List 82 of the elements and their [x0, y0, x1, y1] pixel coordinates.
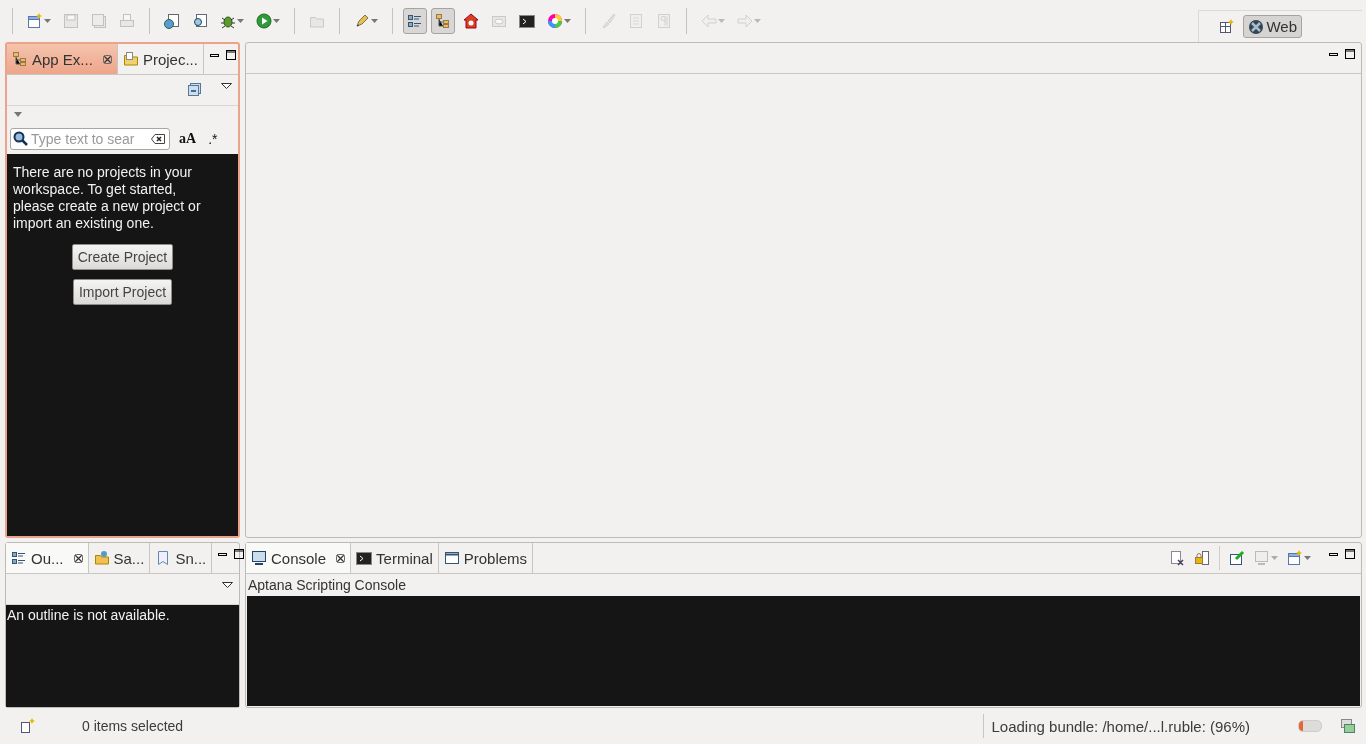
terminal-icon	[519, 13, 535, 29]
terminal-icon	[356, 550, 373, 566]
view-menu-icon[interactable]	[222, 582, 233, 588]
minimize-icon[interactable]	[1329, 52, 1338, 56]
globe-document-icon	[164, 13, 180, 29]
view-tab[interactable]: Projec...	[117, 44, 204, 74]
clear-console-icon[interactable]	[1169, 550, 1185, 566]
view-menu-icon[interactable]	[221, 83, 232, 89]
search-icon	[13, 131, 29, 147]
play-icon	[256, 13, 272, 29]
folder-icon	[122, 51, 139, 67]
brush-icon	[600, 13, 616, 29]
dropdown-arrow-icon	[1304, 556, 1311, 560]
view-tab[interactable]: Problems	[438, 543, 534, 573]
progress-status: Loading bundle: /home/...l.ruble: (96%)	[991, 717, 1250, 735]
view-tab[interactable]: Console	[246, 543, 352, 573]
outline-message: An outline is not available.	[7, 607, 171, 623]
close-icon[interactable]	[73, 553, 83, 563]
folder-person-icon	[93, 550, 110, 566]
close-icon[interactable]	[102, 54, 112, 64]
close-icon[interactable]	[336, 553, 346, 563]
bug-icon	[220, 13, 236, 29]
scroll-lock-icon[interactable]	[1194, 550, 1210, 566]
maximize-icon[interactable]	[1345, 549, 1355, 559]
list-icon	[407, 13, 423, 29]
pin-icon[interactable]	[1229, 550, 1245, 566]
dropdown-arrow-icon	[371, 19, 378, 23]
dropdown-arrow-icon	[564, 19, 571, 23]
empty-workspace-message: There are no projects in your workspace. To get started, please create a new project or import an existing one.	[13, 164, 202, 232]
progress-view-icon[interactable]	[1340, 718, 1356, 734]
fast-view-icon[interactable]	[20, 718, 36, 734]
dropdown-arrow-icon	[237, 19, 244, 23]
outline-icon	[11, 550, 27, 566]
selection-status: 0 items selected	[82, 718, 184, 734]
open-perspective-icon[interactable]	[1219, 18, 1236, 35]
eye-icon	[491, 13, 507, 29]
minimize-icon[interactable]	[218, 552, 228, 556]
printer-icon	[119, 13, 135, 29]
web-perspective-button[interactable]: Web	[1243, 15, 1302, 38]
search-field[interactable]: Type text to sear	[10, 128, 170, 150]
dropdown-arrow-icon	[44, 19, 51, 23]
window-icon	[443, 550, 460, 566]
monitor-icon	[251, 550, 267, 566]
view-tab[interactable]: App Ex...	[7, 44, 118, 74]
collapse-all-icon[interactable]	[187, 82, 203, 98]
project-button[interactable]: Create Project	[71, 244, 174, 270]
view-tab[interactable]: Terminal	[351, 543, 439, 573]
minimize-icon[interactable]	[1329, 552, 1338, 556]
maximize-icon[interactable]	[234, 549, 245, 559]
heap-meter	[1298, 720, 1322, 732]
pen-icon	[354, 13, 370, 29]
dropdown-arrow-icon	[1271, 556, 1278, 560]
match-case-toggle[interactable]: aA	[176, 131, 200, 147]
view-tab[interactable]: Sn...	[150, 543, 213, 573]
dropdown-arrow-icon	[718, 19, 725, 23]
magnifier-document-icon	[192, 13, 208, 29]
page-icon	[628, 13, 644, 29]
color-wheel-icon	[547, 13, 563, 29]
regex-toggle[interactable]: .*	[205, 131, 221, 147]
view-tab[interactable]: Sa...	[88, 543, 151, 573]
right-arrow-icon	[737, 13, 753, 29]
x-logo-icon	[1248, 18, 1265, 35]
tree-button[interactable]	[431, 8, 455, 34]
minimize-icon[interactable]	[209, 53, 219, 57]
filter-dropdown-icon[interactable]	[14, 112, 22, 117]
dropdown-arrow-icon	[273, 19, 280, 23]
new-document-icon	[27, 13, 43, 29]
house-icon	[463, 13, 479, 29]
maximize-icon[interactable]	[225, 50, 236, 60]
tree-icon	[12, 51, 28, 67]
dropdown-arrow-icon	[754, 19, 761, 23]
pilcrow-icon	[656, 13, 672, 29]
maximize-icon[interactable]	[1345, 49, 1355, 59]
new-console-icon[interactable]	[1287, 550, 1303, 566]
view-tab[interactable]: Ou...	[6, 543, 89, 573]
console-title: Aptana Scripting Console	[247, 576, 407, 595]
project-button[interactable]: Import Project	[72, 279, 173, 305]
tree-icon	[435, 13, 451, 29]
list-button[interactable]	[403, 8, 427, 34]
floppy-disks-icon	[91, 13, 107, 29]
clear-icon[interactable]	[151, 133, 165, 145]
left-arrow-icon	[701, 13, 717, 29]
